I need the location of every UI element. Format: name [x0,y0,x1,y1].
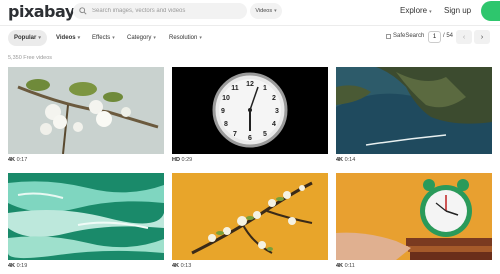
duration: 0:19 [16,263,28,269]
chevron-down-icon: ▾ [112,35,115,41]
video-meta: 4K 0:13 [172,263,328,269]
video-thumbnail[interactable] [336,67,492,154]
duration: 0:11 [344,263,355,269]
svg-text:3: 3 [275,108,279,115]
svg-text:2: 2 [272,95,276,102]
filter-effects[interactable]: Effects ▾ [92,30,115,46]
duration: 0:13 [180,263,192,269]
chevron-down-icon: ▾ [274,8,277,14]
filter-videos[interactable]: Videos ▾ [56,30,80,46]
video-card[interactable]: 4K 0:14 [336,67,492,163]
search-input[interactable] [92,8,242,14]
video-meta: 4K 0:11 [336,263,492,269]
effects-label: Effects [92,35,111,41]
media-type-label: Videos [255,8,273,14]
sort-popular-dropdown[interactable]: Popular ▾ [8,30,47,46]
chevron-down-icon: ▾ [199,35,202,41]
video-thumbnail[interactable] [172,173,328,260]
video-meta: 4K 0:14 [336,157,492,163]
media-type-dropdown[interactable]: Videos ▾ [250,3,282,19]
white-blossoms-image [8,67,164,154]
svg-text:12: 12 [246,81,254,88]
video-thumbnail[interactable] [8,173,164,260]
category-label: Category [127,35,152,41]
quality-badge: 4K [336,263,344,269]
header-divider [0,25,500,26]
video-thumbnail[interactable] [336,173,492,260]
chevron-down-icon: ▾ [153,35,156,41]
coastline-aerial-image [336,67,492,154]
duration: 0:17 [16,157,28,163]
filter-category[interactable]: Category ▾ [127,30,156,46]
svg-text:7: 7 [233,131,237,138]
alarm-clock-image [336,173,492,260]
page-total: / 54 [443,33,454,39]
clock-image: 12 12 3 45 6 78 9 1011 [172,67,328,154]
safesearch-toggle[interactable]: SafeSearch [386,33,424,39]
pixabay-logo[interactable]: pixabay [8,2,75,21]
duration: 0:29 [181,157,193,163]
blossom-branch-image [172,173,328,260]
quality-badge: 4K [172,263,180,269]
svg-text:8: 8 [224,121,228,128]
page-number-input[interactable]: 1 [428,31,441,43]
video-card[interactable]: 12 1 2 3 45 6 78 9 10 11 HD 0:29 [172,67,328,163]
svg-text:11: 11 [231,85,239,92]
explore-label: Explore [400,6,428,15]
chevron-down-icon: ▾ [77,35,81,41]
video-thumbnail[interactable]: 12 1 2 3 45 6 78 9 10 11 [172,67,328,154]
video-card[interactable]: 4K 0:11 [336,173,492,269]
join-button[interactable] [481,1,500,21]
video-meta: HD 0:29 [172,157,328,163]
svg-text:9: 9 [221,108,225,115]
filter-resolution[interactable]: Resolution ▾ [169,30,202,46]
quality-badge: HD [172,157,180,163]
svg-text:4: 4 [272,121,276,128]
quality-badge: 4K [8,263,16,269]
video-meta: 4K 0:17 [8,157,164,163]
svg-text:10: 10 [222,95,230,102]
signup-link[interactable]: Sign up [444,6,471,15]
quality-badge: 4K [336,157,344,163]
video-meta: 4K 0:19 [8,263,164,269]
search-box[interactable] [73,3,247,19]
video-card[interactable]: 4K 0:13 [172,173,328,269]
sort-label: Popular [14,35,37,41]
top-navbar: pixabay Videos▾ Explore▾ Sign up [0,0,500,24]
explore-menu[interactable]: Explore ▾ [400,6,432,15]
chevron-down-icon: ▾ [429,9,432,15]
duration: 0:14 [344,157,356,163]
filter-bar: Popular ▾ Videos ▾ Effects ▾ Category ▾ Reso… [0,30,500,46]
resolution-label: Resolution [169,35,198,41]
next-page-button[interactable]: › [474,30,490,44]
video-card[interactable]: 4K 0:17 [8,67,164,163]
search-icon [79,7,87,15]
safesearch-label: SafeSearch [393,33,425,39]
quality-badge: 4K [8,157,16,163]
svg-text:6: 6 [248,135,252,142]
chevron-down-icon: ▾ [38,35,41,41]
svg-text:5: 5 [263,131,267,138]
result-count: 5,350 Free videos [8,55,53,61]
video-card[interactable]: 4K 0:19 [8,173,164,269]
svg-text:1: 1 [263,85,267,92]
ocean-waves-image [8,173,164,260]
checkbox-icon [386,33,391,39]
previous-page-button[interactable]: ‹ [456,30,472,44]
videos-label: Videos [56,35,76,41]
video-thumbnail[interactable] [8,67,164,154]
